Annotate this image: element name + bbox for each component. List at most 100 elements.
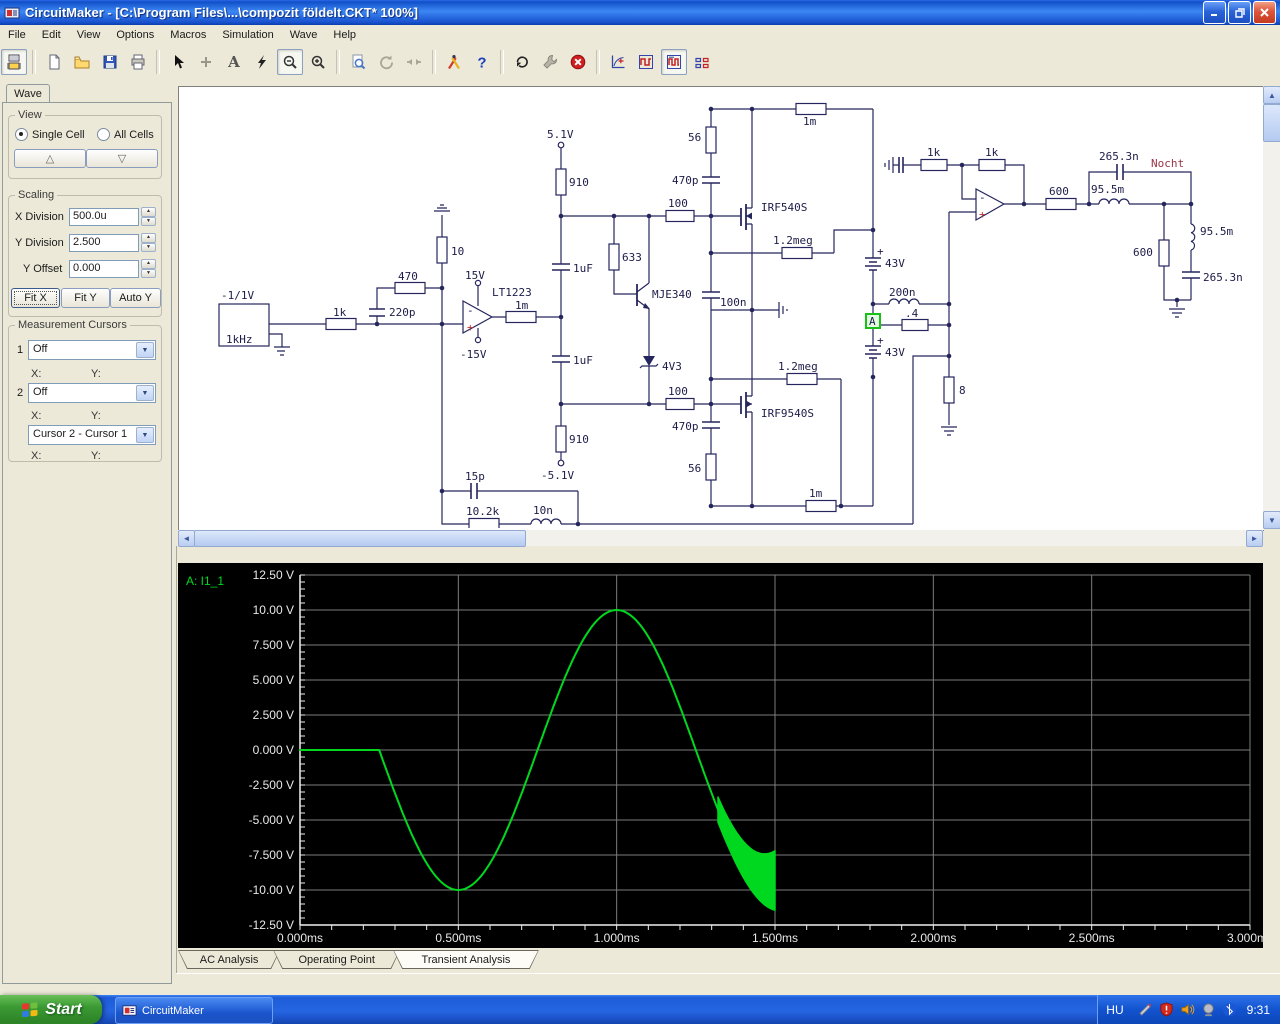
probe-multimeter-icon[interactable] [441,49,467,75]
svg-text:1.2meg: 1.2meg [773,234,813,247]
cursor2-number: 2 [17,387,24,399]
chevron-down-icon[interactable]: ▼ [136,427,154,443]
x-division-spinner[interactable]: ▲ ▼ [141,207,156,226]
volume-icon[interactable] [1180,1002,1195,1017]
menu-edit[interactable]: Edit [34,27,69,43]
auto-y-button[interactable]: Auto Y [110,288,161,308]
radio-single-cell[interactable]: Single Cell [15,128,85,141]
menu-wave[interactable]: Wave [282,27,326,43]
app-icon [4,7,20,18]
scroll-down-icon[interactable]: ▼ [1263,511,1280,529]
zoom-out-icon[interactable] [277,48,303,75]
reset-simulation-icon[interactable] [509,49,535,75]
svg-text:43V: 43V [885,257,905,270]
y-division-spinner[interactable]: ▲ ▼ [141,233,156,252]
help-question-icon[interactable]: ? [469,49,495,75]
svg-text:0.500ms: 0.500ms [435,931,481,945]
square-wave-analysis-icon[interactable] [633,49,659,75]
restore-button[interactable] [1228,1,1251,24]
zoom-page-icon[interactable] [345,49,371,75]
logic-analysis-icon[interactable] [689,49,715,75]
svg-text:1k: 1k [333,306,347,319]
windows-logo-icon [22,1001,38,1017]
minimize-button[interactable] [1203,1,1226,24]
schematic-horizontal-scrollbar[interactable]: ◄ ► [178,530,1263,547]
wrench-setup-icon[interactable] [537,49,563,75]
cursor-arrow-icon[interactable] [165,49,191,75]
wire-lightning-icon[interactable] [249,49,275,75]
scaling-group-title: Scaling [15,189,58,201]
cursor2-select[interactable]: Off ▼ [28,383,156,403]
start-button[interactable]: Start [0,995,102,1024]
vertical-scroll-thumb[interactable] [1263,104,1280,142]
chevron-down-icon[interactable]: ▼ [136,385,154,401]
security-shield-icon[interactable] [1159,1002,1174,1017]
transient-analysis-icon[interactable] [661,48,687,75]
fit-y-button[interactable]: Fit Y [61,288,110,308]
print-icon[interactable] [125,49,151,75]
toolbar-separator [596,49,600,74]
chevron-down-icon[interactable]: ▼ [136,342,154,358]
menu-view[interactable]: View [69,27,109,43]
toolbar-separator [500,49,504,74]
plus-tool-icon[interactable] [193,49,219,75]
menu-macros[interactable]: Macros [162,27,214,43]
scroll-right-icon[interactable]: ► [1246,530,1263,547]
y-offset-input[interactable]: 0.000 [69,260,139,278]
dc-analysis-icon[interactable] [605,49,631,75]
y-division-input[interactable]: 2.500 [69,234,139,252]
y-offset-spinner[interactable]: ▲ ▼ [141,259,156,278]
svg-text:200n: 200n [889,286,916,299]
open-folder-icon[interactable] [69,49,95,75]
scroll-up-icon[interactable]: ▲ [1263,86,1280,104]
menu-help[interactable]: Help [325,27,364,43]
svg-text:IRF540S: IRF540S [761,201,807,214]
scroll-left-icon[interactable]: ◄ [178,530,195,547]
svg-text:600: 600 [1049,185,1069,198]
stop-simulation-icon[interactable] [565,49,591,75]
radio-single-cell-label: Single Cell [32,128,85,141]
svg-text:15p: 15p [465,470,485,483]
cell-down-button[interactable]: ▽ [86,149,158,168]
cursor2-y-label: Y: [91,410,101,422]
zoom-in-icon[interactable] [305,49,331,75]
bluetooth-icon[interactable] [1222,1002,1237,1017]
new-document-icon[interactable] [41,49,67,75]
language-indicator[interactable]: HU [1106,1003,1123,1017]
fit-x-button[interactable]: Fit X [11,288,60,308]
waveform-plot[interactable]: 12.50 V 10.00 V 7.500 V 5.000 V 2.500 V 0.000… [178,563,1273,948]
radio-all-cells-label: All Cells [114,128,154,141]
x-division-input[interactable]: 500.0u [69,208,139,226]
schematic-canvas[interactable]: -1/1V 1kHz 1k 470 220p 10 15V LT1223 1m -15V 5.1V 9… [178,86,1264,531]
svg-text:2.000ms: 2.000ms [910,931,956,945]
tab-operating-point[interactable]: Operating Point [273,950,400,969]
close-button[interactable] [1253,1,1276,24]
cursor1-select[interactable]: Off ▼ [28,340,156,360]
schematic-browser-icon[interactable] [1,48,27,75]
rotate-icon[interactable] [373,49,399,75]
cursor1-number: 1 [17,344,24,356]
svg-text:470: 470 [398,270,418,283]
tab-transient-analysis[interactable]: Transient Analysis [393,950,539,969]
cell-up-button[interactable]: △ [14,149,86,168]
cursor-diff-select[interactable]: Cursor 2 - Cursor 1 ▼ [28,425,156,445]
radio-all-cells[interactable]: All Cells [97,128,154,141]
text-tool-icon[interactable]: A [221,49,247,75]
device-icon[interactable] [1201,1002,1216,1017]
status-bar [176,973,1280,996]
svg-text:5.1V: 5.1V [547,128,574,141]
menu-simulation[interactable]: Simulation [214,27,281,43]
schematic-vertical-scrollbar[interactable]: ▲ ▼ [1263,86,1280,529]
horizontal-scroll-thumb[interactable] [194,530,526,547]
schematic-frame: -1/1V 1kHz 1k 470 220p 10 15V LT1223 1m -15V 5.1V 9… [176,78,1280,547]
save-icon[interactable] [97,49,123,75]
svg-text:-7.500 V: -7.500 V [249,848,294,862]
waveform-svg[interactable]: 12.50 V 10.00 V 7.500 V 5.000 V 2.500 V 0.000… [178,563,1273,948]
menu-options[interactable]: Options [108,27,162,43]
tab-ac-analysis[interactable]: AC Analysis [178,950,280,969]
mirror-horizontal-icon[interactable] [401,49,427,75]
taskbar: Start CircuitMaker HU 9:31 [0,995,1280,1024]
pen-tablet-icon[interactable] [1138,1002,1153,1017]
taskbar-item-circuitmaker[interactable]: CircuitMaker [115,997,273,1024]
menu-file[interactable]: File [0,27,34,43]
